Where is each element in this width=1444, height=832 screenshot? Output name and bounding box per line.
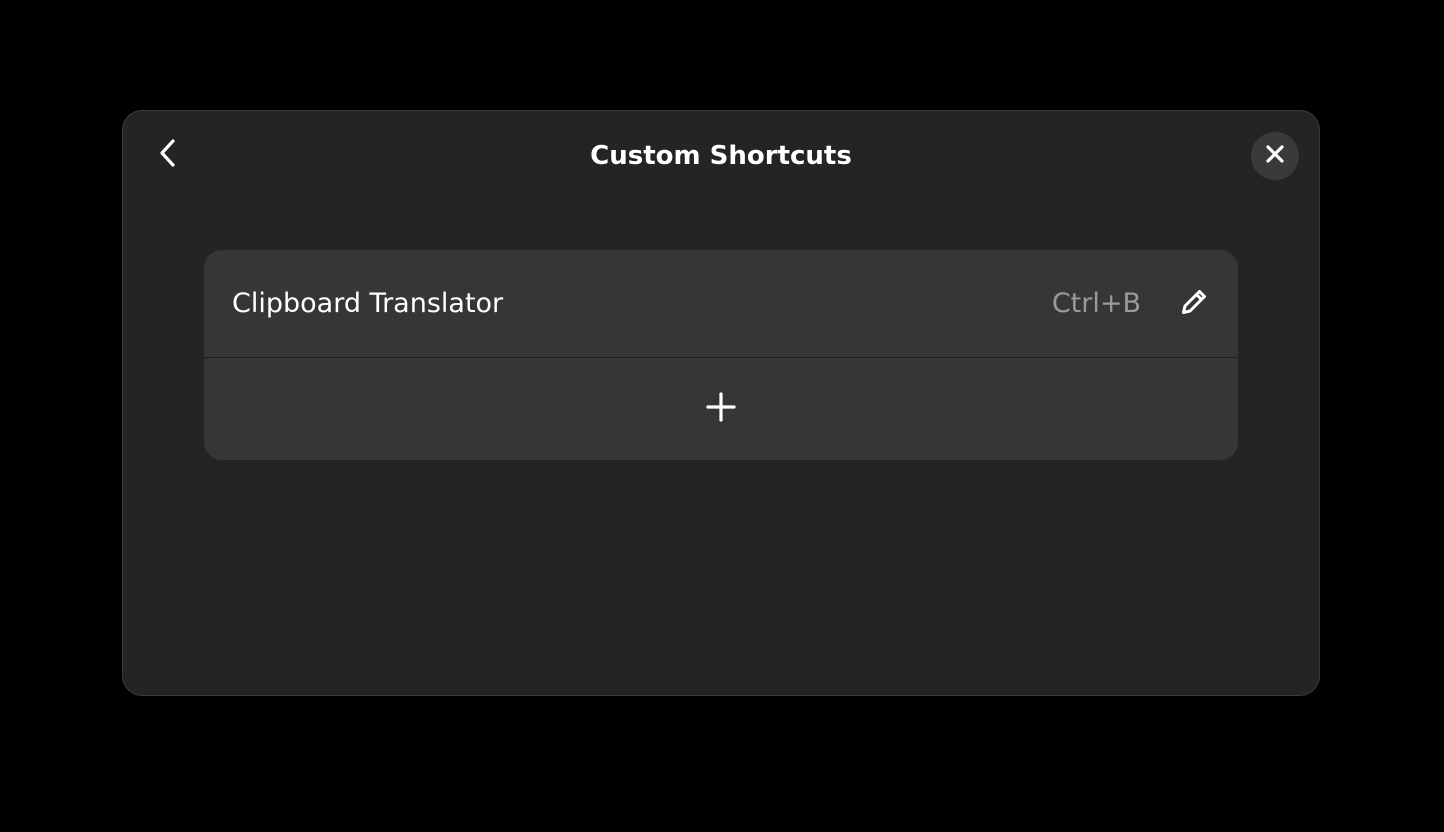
dialog-title: Custom Shortcuts — [590, 141, 852, 171]
pencil-icon — [1179, 287, 1209, 321]
shortcut-accelerator: Ctrl+B — [1051, 287, 1141, 319]
plus-icon — [705, 391, 737, 427]
shortcuts-list: Clipboard Translator Ctrl+B — [204, 250, 1238, 460]
shortcut-name: Clipboard Translator — [232, 287, 504, 319]
close-button[interactable] — [1251, 132, 1299, 180]
add-shortcut-button[interactable] — [204, 358, 1238, 459]
dialog-header: Custom Shortcuts — [123, 111, 1319, 203]
edit-shortcut-button[interactable] — [1168, 278, 1220, 330]
close-icon — [1266, 145, 1284, 167]
custom-shortcuts-dialog: Custom Shortcuts Clipboard Translator Ct… — [122, 110, 1320, 696]
shortcut-row[interactable]: Clipboard Translator Ctrl+B — [204, 250, 1238, 358]
